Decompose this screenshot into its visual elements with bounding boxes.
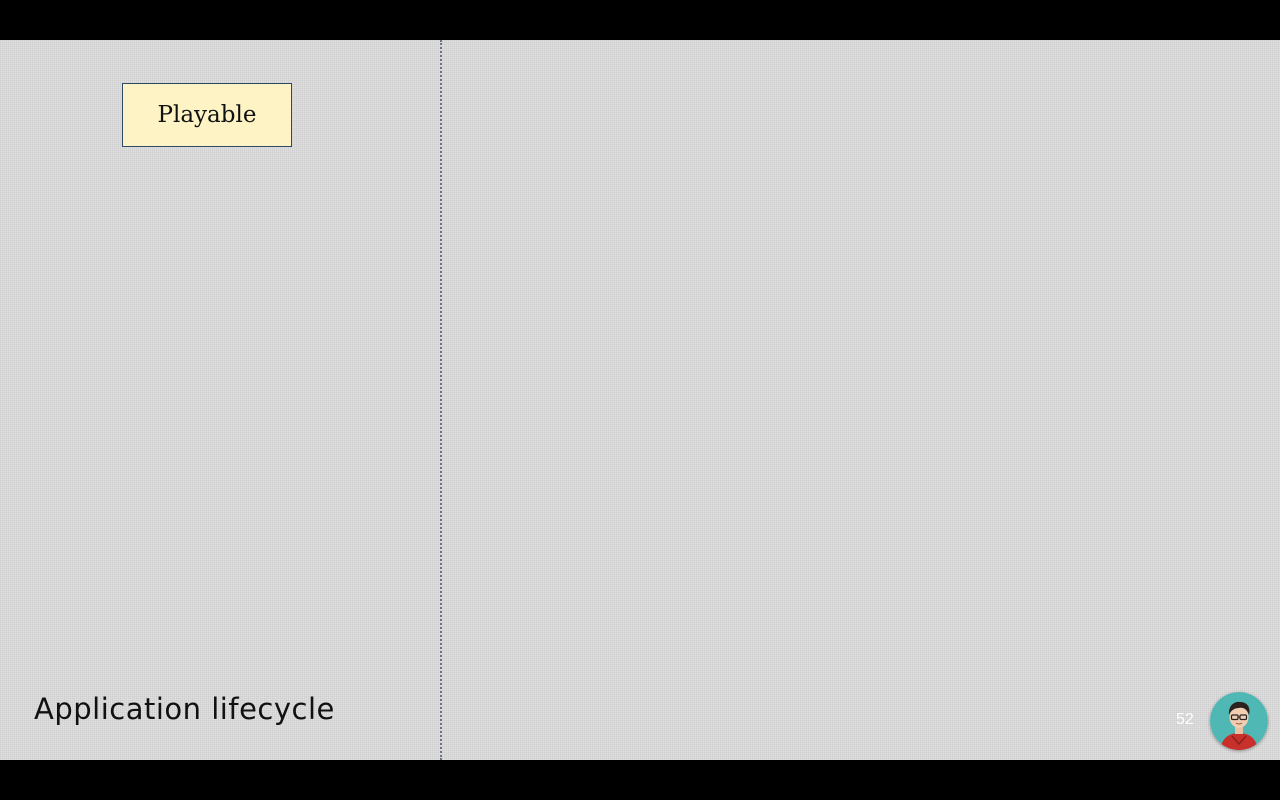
state-box-label: Playable: [157, 102, 257, 128]
letterbox-bottom: [0, 760, 1280, 800]
letterbox-top: [0, 0, 1280, 40]
presenter-avatar-icon: [1210, 692, 1268, 750]
slide-number: 52: [1176, 711, 1194, 728]
vertical-divider: [440, 40, 442, 760]
state-box-playable: Playable: [122, 83, 292, 147]
slide: Playable Application lifecycle 52: [0, 40, 1280, 760]
slide-title: Application lifecycle: [34, 692, 335, 726]
